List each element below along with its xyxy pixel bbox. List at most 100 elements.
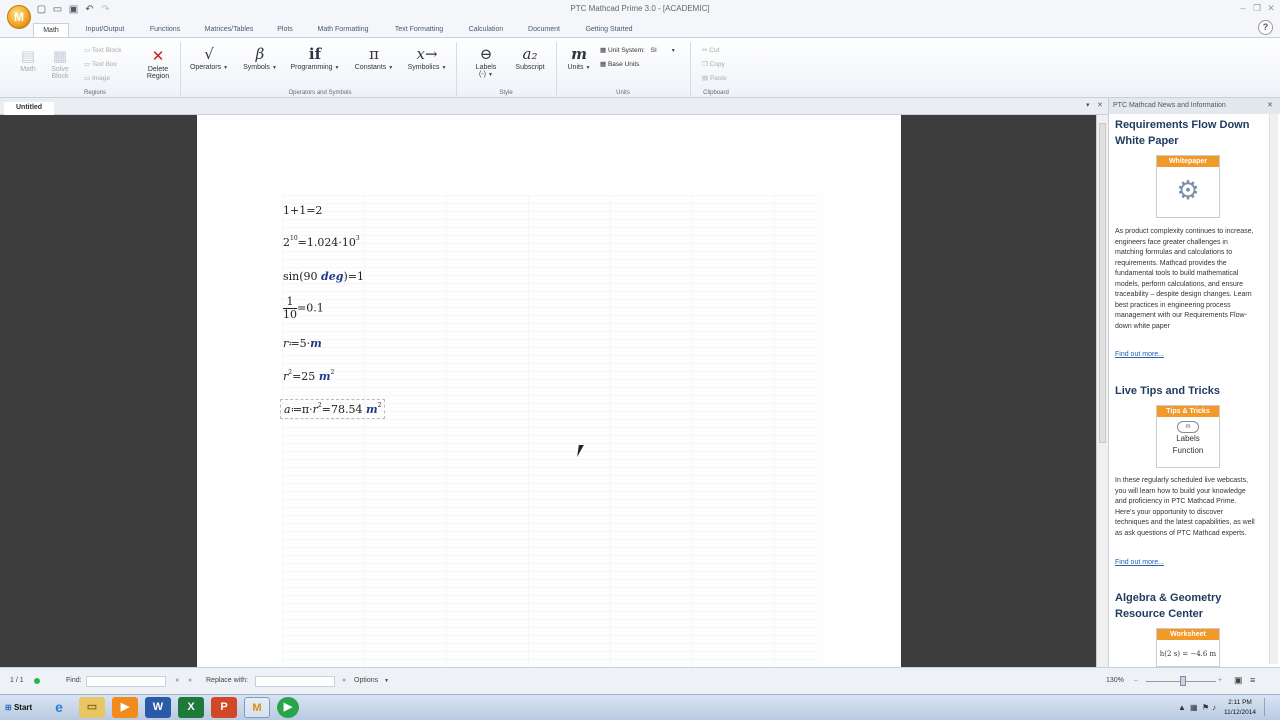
tab-functions[interactable]: Functions xyxy=(144,23,186,38)
tab-document[interactable]: Document xyxy=(522,23,566,38)
document-tab-strip: Untitled ▾ ✕ xyxy=(0,98,1108,115)
close-document-icon[interactable]: ✕ xyxy=(1097,101,1103,109)
tab-list-icon[interactable]: ▾ xyxy=(1086,101,1090,109)
draft-view-icon[interactable]: ≡ xyxy=(1250,675,1255,685)
news-title[interactable]: Algebra & Geometry Resource Center xyxy=(1115,590,1273,622)
word-icon[interactable]: W xyxy=(145,697,171,718)
camtasia-icon[interactable]: ▶ xyxy=(277,697,299,718)
text-block-button[interactable]: ▭ Text Block xyxy=(84,46,121,54)
restore-icon[interactable]: ❐ xyxy=(1250,2,1264,14)
powerpoint-icon[interactable]: P xyxy=(211,697,237,718)
math-region-1[interactable]: 1+1=2 xyxy=(283,204,322,217)
replace-input[interactable] xyxy=(255,676,335,687)
subscript-button[interactable]: a₂ Subscript xyxy=(510,44,550,71)
page-view-icon[interactable]: ▣ xyxy=(1234,675,1243,686)
news-body: In these regularly scheduled live webcas… xyxy=(1115,477,1255,537)
tray-arrow-icon[interactable]: ▲ xyxy=(1178,703,1186,712)
tab-matrices-tables[interactable]: Matrices/Tables xyxy=(198,23,260,38)
close-panel-icon[interactable]: ✕ xyxy=(1267,98,1273,114)
news-body: As product complexity continues to incre… xyxy=(1115,228,1254,330)
zoom-slider-thumb[interactable] xyxy=(1180,676,1186,686)
close-icon[interactable]: ✕ xyxy=(1264,2,1278,14)
labels-button[interactable]: ⊖ Labels (-) ▼ xyxy=(468,44,504,78)
delete-region-button[interactable]: ✕ Delete Region xyxy=(143,46,173,80)
tab-math[interactable]: Math xyxy=(33,23,69,38)
tab-text-formatting[interactable]: Text Formatting xyxy=(388,23,450,38)
operators-button[interactable]: √ Operators ▼ xyxy=(186,44,232,71)
base-units-button[interactable]: ▦ Base Units xyxy=(600,60,639,68)
volume-icon[interactable]: ♪ xyxy=(1212,703,1216,712)
math-region-2[interactable]: 210=1.024·103 xyxy=(283,235,360,249)
math-region-button[interactable]: ▤ Math xyxy=(14,46,42,73)
units-button[interactable]: m Units ▼ xyxy=(562,44,596,71)
paste-button[interactable]: ▤ Paste xyxy=(702,74,727,82)
news-link[interactable]: Find out more... xyxy=(1115,351,1164,358)
file-explorer-icon[interactable]: ▭ xyxy=(79,697,105,718)
taskbar-clock[interactable]: 2:11 PM 11/12/2014 xyxy=(1220,698,1260,718)
tab-calculation[interactable]: Calculation xyxy=(462,23,510,38)
replace-icon[interactable]: ● xyxy=(342,677,346,684)
scissors-icon: ✂ xyxy=(702,47,708,54)
minimize-icon[interactable]: – xyxy=(1236,2,1250,14)
math-region-6[interactable]: r2=25 m2 xyxy=(283,369,334,383)
tab-plots[interactable]: Plots xyxy=(272,23,298,38)
network-icon[interactable]: ▦ xyxy=(1190,703,1198,712)
mathcad-icon[interactable]: M xyxy=(244,697,270,718)
help-button[interactable]: ? xyxy=(1258,20,1273,35)
tips-thumbnail[interactable]: Tips & Tricks m Labels Function xyxy=(1156,405,1220,468)
copy-button[interactable]: ❐ Copy xyxy=(702,60,725,68)
symbolics-button[interactable]: x→ Symbolics ▼ xyxy=(402,44,452,71)
action-center-icon[interactable]: ⚑ xyxy=(1202,703,1209,712)
unit-system-dropdown[interactable]: ▦ Unit System: SI ▼ xyxy=(600,46,676,54)
programming-button[interactable]: if Programming ▼ xyxy=(286,44,344,71)
internet-explorer-icon[interactable]: e xyxy=(46,697,72,718)
group-separator xyxy=(556,42,557,96)
cut-button[interactable]: ✂ Cut xyxy=(702,46,719,54)
news-link[interactable]: Find out more... xyxy=(1115,559,1164,566)
math-region-5[interactable]: r≔5·m xyxy=(283,337,322,350)
group-separator xyxy=(180,42,181,96)
whitepaper-thumbnail[interactable]: Whitepaper ⚙ xyxy=(1156,155,1220,218)
math-region-7[interactable]: a≔π·r2=78.54 m2 xyxy=(280,399,386,419)
math-region-icon: ▤ xyxy=(20,47,36,65)
find-next-icon[interactable]: ● xyxy=(188,677,192,684)
show-desktop-button[interactable] xyxy=(1264,698,1278,716)
if-icon: if xyxy=(308,45,322,63)
news-title[interactable]: Requirements Flow Down White Paper xyxy=(1115,117,1273,149)
media-player-icon[interactable]: ▶ xyxy=(112,697,138,718)
tab-input-output[interactable]: Input/Output xyxy=(78,23,132,38)
chevron-down-icon: ▼ xyxy=(441,65,447,71)
windows-taskbar: ⊞ Start e ▭ ▶ W X P M ▶ ▲ ▦ ⚑ ♪ 2:11 PM 1… xyxy=(0,694,1280,720)
zoom-in-icon[interactable]: + xyxy=(1218,677,1222,684)
chevron-down-icon: ▼ xyxy=(585,65,591,71)
scrollbar-thumb[interactable] xyxy=(1099,123,1106,443)
worksheet-scrollbar[interactable] xyxy=(1096,115,1108,667)
worksheet-grid xyxy=(282,195,817,667)
image-button[interactable]: ▭ Image xyxy=(84,74,110,82)
worksheet-thumbnail[interactable]: Worksheet h(2 s) = −4.6 m xyxy=(1156,628,1220,667)
document-tab[interactable]: Untitled xyxy=(4,102,55,115)
find-previous-icon[interactable]: ● xyxy=(175,677,179,684)
options-button[interactable]: Options ▼ xyxy=(354,677,389,684)
tab-getting-started[interactable]: Getting Started xyxy=(578,23,640,38)
zoom-out-icon[interactable]: – xyxy=(1134,677,1138,684)
group-label-operators-symbols: Operators and Symbols xyxy=(288,90,352,96)
start-button[interactable]: ⊞ Start xyxy=(2,698,38,718)
constants-button[interactable]: π Constants ▼ xyxy=(350,44,398,71)
solve-block-button[interactable]: ▦ Solve Block xyxy=(46,46,74,80)
text-box-button[interactable]: ▭ Text Box xyxy=(84,60,117,68)
excel-icon[interactable]: X xyxy=(178,697,204,718)
find-input[interactable] xyxy=(86,676,166,687)
symbols-button[interactable]: β Symbols ▼ xyxy=(238,44,282,71)
math-region-4[interactable]: 1 10 =0.1 xyxy=(283,296,324,321)
worksheet-page[interactable]: 1+1=2 210=1.024·103 sin(90 deg)=1 1 10 =0.… xyxy=(197,115,901,667)
tab-math-formatting[interactable]: Math Formatting xyxy=(310,23,376,38)
math-region-3[interactable]: sin(90 deg)=1 xyxy=(283,270,364,283)
windows-logo-icon: ⊞ xyxy=(5,703,12,712)
replace-label: Replace with: xyxy=(206,677,249,684)
app-menu-button[interactable]: M xyxy=(7,5,31,29)
news-title[interactable]: Live Tips and Tricks xyxy=(1115,383,1273,399)
status-bar: 1 / 1 Find: ● ● Replace with: ● Options ▼… xyxy=(0,667,1280,694)
chevron-down-icon: ▼ xyxy=(388,65,394,71)
ribbon-tabs: Math Input/Output Functions Matrices/Tab… xyxy=(0,20,1280,38)
